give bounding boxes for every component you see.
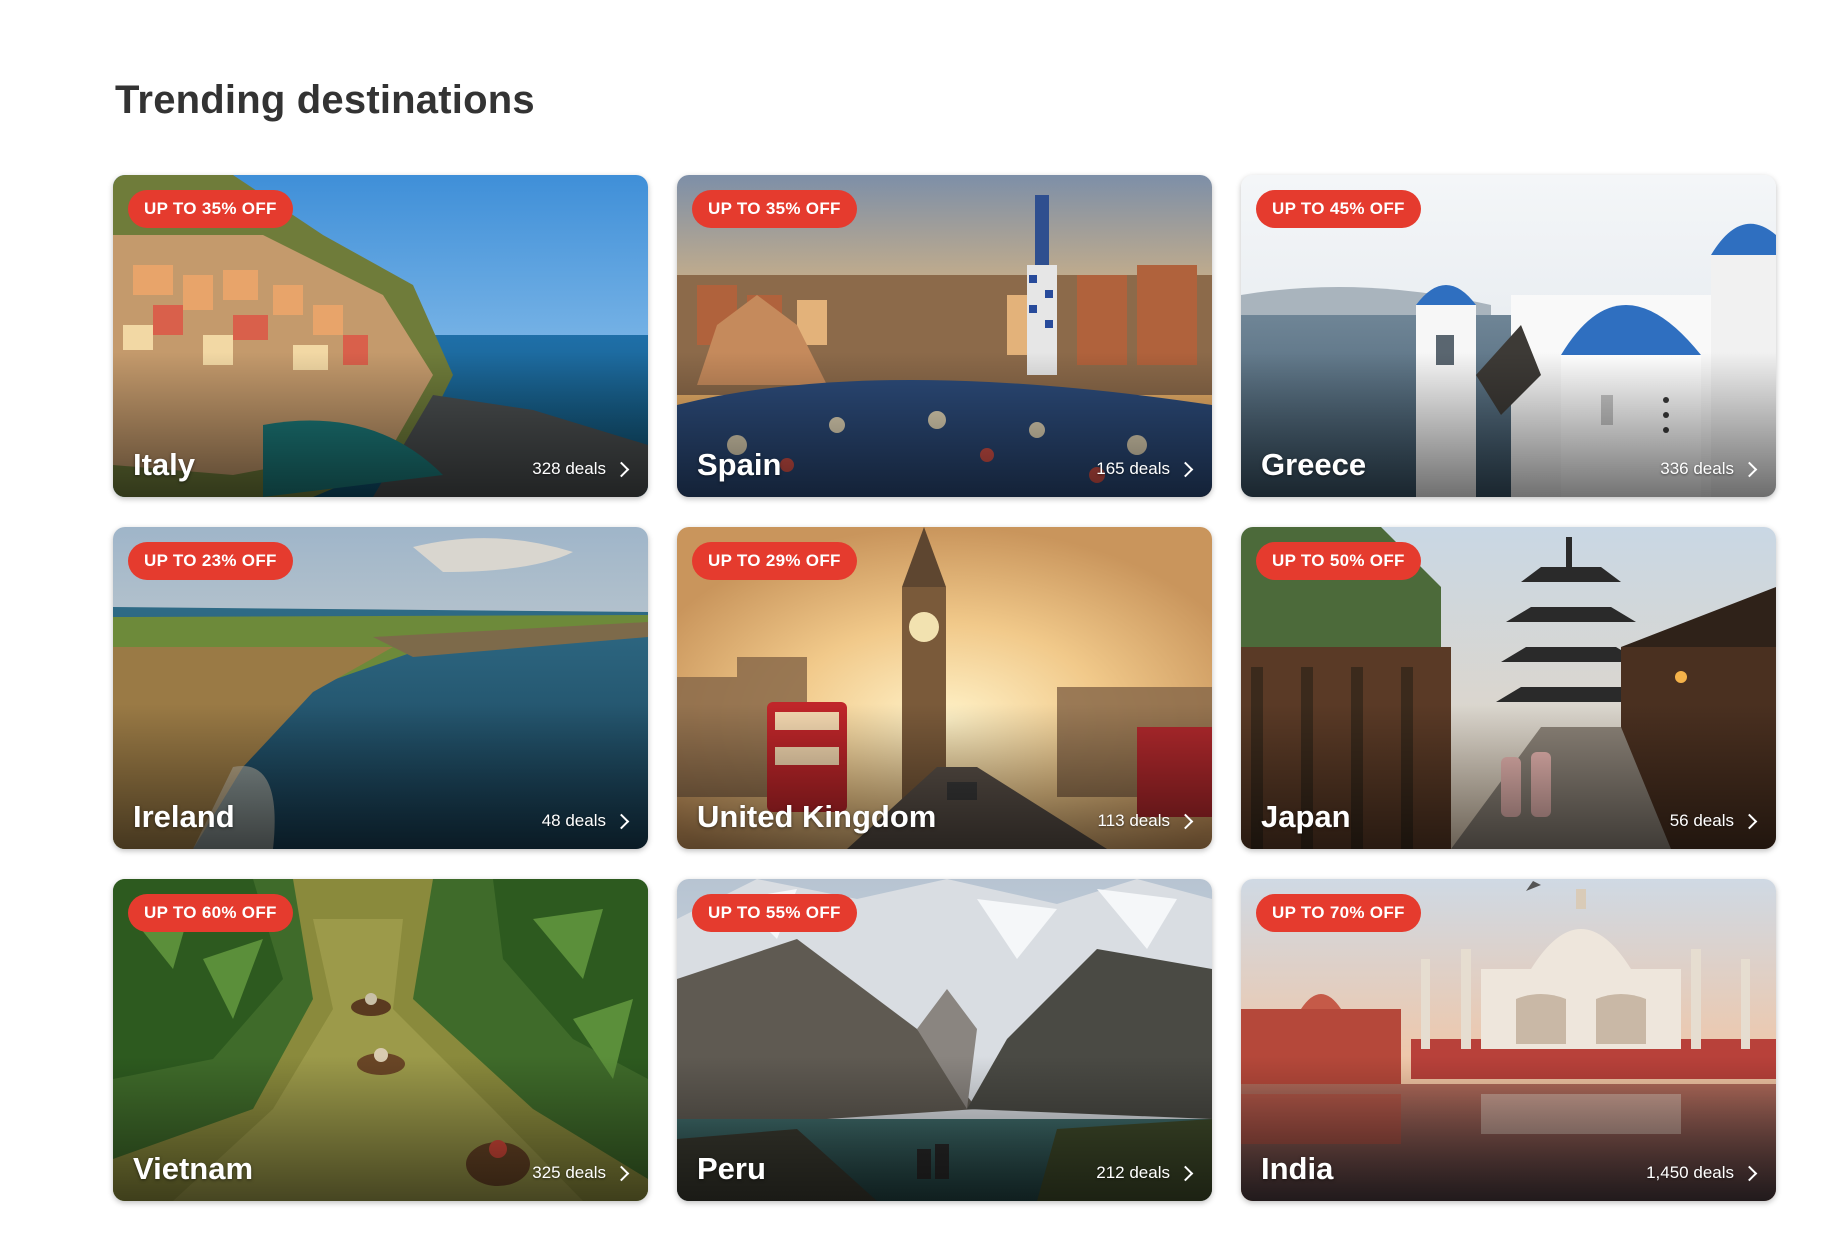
chevron-right-icon xyxy=(1741,813,1758,829)
deals-link[interactable]: 328 deals xyxy=(532,459,630,479)
destination-card-greece[interactable]: UP TO 45% OFF Greece 336 deals xyxy=(1241,175,1776,497)
discount-badge: UP TO 70% OFF xyxy=(1256,894,1421,932)
chevron-right-icon xyxy=(1177,461,1194,477)
destination-name: India xyxy=(1261,1151,1334,1186)
destination-card-united-kingdom[interactable]: UP TO 29% OFF United Kingdom 113 deals xyxy=(677,527,1212,849)
deals-count: 48 deals xyxy=(541,811,606,830)
destination-name: United Kingdom xyxy=(697,799,937,834)
destination-name: Peru xyxy=(697,1151,766,1186)
deals-link[interactable]: 48 deals xyxy=(542,811,630,831)
chevron-right-icon xyxy=(613,813,630,829)
chevron-right-icon xyxy=(1741,1165,1758,1181)
page-title: Trending destinations xyxy=(115,78,535,122)
deals-link[interactable]: 325 deals xyxy=(532,1163,630,1183)
destination-card-ireland[interactable]: UP TO 23% OFF Ireland 48 deals xyxy=(113,527,648,849)
discount-badge: UP TO 45% OFF xyxy=(1256,190,1421,228)
deals-count: 328 deals xyxy=(532,459,606,478)
deals-link[interactable]: 113 deals xyxy=(1098,811,1194,831)
discount-badge: UP TO 23% OFF xyxy=(128,542,293,580)
discount-badge: UP TO 35% OFF xyxy=(692,190,857,228)
chevron-right-icon xyxy=(1177,1165,1194,1181)
deals-link[interactable]: 336 deals xyxy=(1660,459,1758,479)
deals-count: 325 deals xyxy=(532,1163,606,1182)
destination-grid: UP TO 35% OFF Italy 328 deals UP TO 35% … xyxy=(113,175,1776,1201)
destination-card-vietnam[interactable]: UP TO 60% OFF Vietnam 325 deals xyxy=(113,879,648,1201)
discount-badge: UP TO 35% OFF xyxy=(128,190,293,228)
destination-card-peru[interactable]: UP TO 55% OFF Peru 212 deals xyxy=(677,879,1212,1201)
destination-name: Spain xyxy=(697,447,782,482)
destination-name: Italy xyxy=(133,447,196,482)
destination-name: Greece xyxy=(1261,447,1367,482)
deals-count: 113 deals xyxy=(1097,811,1170,830)
destination-name: Ireland xyxy=(133,799,235,834)
destination-name: Japan xyxy=(1261,799,1351,834)
discount-badge: UP TO 50% OFF xyxy=(1256,542,1421,580)
chevron-right-icon xyxy=(613,461,630,477)
deals-count: 336 deals xyxy=(1660,459,1734,478)
destination-card-india[interactable]: UP TO 70% OFF India 1,450 deals xyxy=(1241,879,1776,1201)
destination-card-italy[interactable]: UP TO 35% OFF Italy 328 deals xyxy=(113,175,648,497)
deals-link[interactable]: 1,450 deals xyxy=(1646,1163,1758,1183)
deals-count: 56 deals xyxy=(1669,811,1734,830)
chevron-right-icon xyxy=(1741,461,1758,477)
deals-link[interactable]: 165 deals xyxy=(1096,459,1194,479)
destination-card-spain[interactable]: UP TO 35% OFF Spain 165 deals xyxy=(677,175,1212,497)
discount-badge: UP TO 55% OFF xyxy=(692,894,857,932)
deals-link[interactable]: 56 deals xyxy=(1670,811,1758,831)
discount-badge: UP TO 29% OFF xyxy=(692,542,857,580)
discount-badge: UP TO 60% OFF xyxy=(128,894,293,932)
chevron-right-icon xyxy=(1177,813,1194,829)
deals-count: 1,450 deals xyxy=(1646,1163,1734,1182)
deals-count: 165 deals xyxy=(1096,459,1170,478)
deals-count: 212 deals xyxy=(1096,1163,1170,1182)
chevron-right-icon xyxy=(613,1165,630,1181)
destination-card-japan[interactable]: UP TO 50% OFF Japan 56 deals xyxy=(1241,527,1776,849)
destination-name: Vietnam xyxy=(133,1151,254,1186)
deals-link[interactable]: 212 deals xyxy=(1096,1163,1194,1183)
